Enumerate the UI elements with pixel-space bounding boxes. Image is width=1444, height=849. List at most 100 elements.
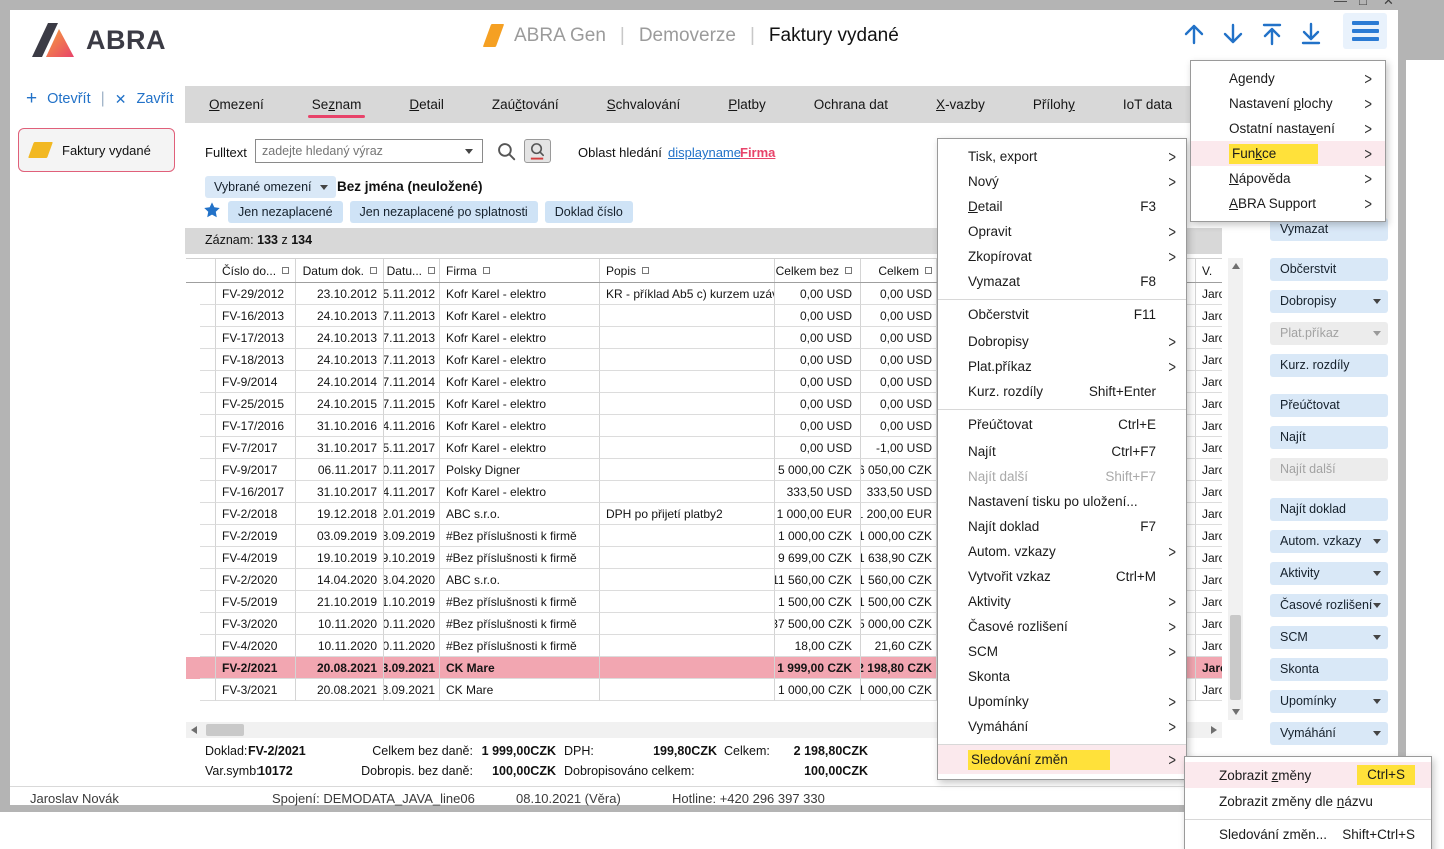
menu-item[interactable]: Zobrazit změny Ctrl+S <box>1185 762 1431 788</box>
search-icon[interactable] <box>496 141 517 162</box>
tab[interactable]: Přílohy <box>1009 86 1099 123</box>
arrow-down-icon[interactable] <box>1220 21 1246 47</box>
column-filter-icon[interactable] <box>282 267 289 274</box>
minimize-icon[interactable]: — <box>1334 0 1347 8</box>
menu-item[interactable]: Časové rozlišení > <box>938 614 1186 639</box>
column-filter-icon[interactable] <box>428 267 435 274</box>
fulltext-input[interactable] <box>255 139 483 163</box>
col-header-firma[interactable]: Firma <box>440 259 600 282</box>
combobox-caret-icon[interactable] <box>465 149 473 154</box>
vertical-scroll-thumb[interactable] <box>1230 615 1241 700</box>
function-button[interactable]: Upomínky <box>1270 690 1388 713</box>
menu-item[interactable]: Najít Ctrl+F7 <box>938 439 1186 464</box>
arrow-to-top-icon[interactable] <box>1259 21 1285 47</box>
menu-item[interactable]: Sledování změn > <box>938 744 1186 774</box>
menu-item[interactable]: Opravit > <box>938 219 1186 244</box>
menu-item[interactable]: Nastavení tisku po uložení... <box>938 489 1186 514</box>
scroll-right-icon[interactable] <box>1206 722 1222 738</box>
close-icon[interactable]: ✕ <box>1383 0 1394 9</box>
maximize-icon[interactable]: □ <box>1359 0 1367 8</box>
menu-item[interactable]: Vymáhání > <box>938 714 1186 739</box>
function-button[interactable]: Občerstvit <box>1270 258 1388 281</box>
function-button[interactable]: Aktivity <box>1270 562 1388 585</box>
function-button[interactable]: Plat.příkaz <box>1270 322 1388 345</box>
menu-item[interactable]: Nápověda > <box>1191 166 1385 191</box>
tab[interactable]: X-vazby <box>912 86 1009 123</box>
column-filter-icon[interactable] <box>370 267 377 274</box>
menu-item[interactable]: Vytvořit vzkaz Ctrl+M <box>938 564 1186 589</box>
arrow-to-bottom-icon[interactable] <box>1298 21 1324 47</box>
tab[interactable]: Omezení <box>185 86 288 123</box>
scroll-down-icon[interactable] <box>1228 704 1243 720</box>
filter-chip[interactable]: Doklad číslo <box>545 201 633 223</box>
col-header-celkem[interactable]: Celkem <box>861 259 937 282</box>
menu-item[interactable]: Nastavení plochy > <box>1191 91 1385 116</box>
filter-chip[interactable]: Jen nezaplacené <box>228 201 343 223</box>
horizontal-scroll-thumb[interactable] <box>206 724 244 736</box>
tab[interactable]: Schvalování <box>583 86 705 123</box>
menu-item[interactable]: ABRA Support > <box>1191 191 1385 216</box>
function-button[interactable]: Najít <box>1270 426 1388 449</box>
column-filter-icon[interactable] <box>483 267 490 274</box>
tab[interactable]: Detail <box>385 86 468 123</box>
vertical-scrollbar[interactable] <box>1228 258 1243 720</box>
sidebar-item-faktury-vydane[interactable]: Faktury vydané <box>18 128 175 172</box>
menu-item[interactable]: Plat.příkaz > <box>938 354 1186 379</box>
function-button[interactable]: Dobropisy <box>1270 290 1388 313</box>
col-header-datum2[interactable]: Datu... <box>384 259 440 282</box>
menu-item[interactable]: Autom. vzkazy > <box>938 539 1186 564</box>
scroll-left-icon[interactable] <box>186 722 202 738</box>
tab[interactable]: Platby <box>704 86 790 123</box>
col-header-popis[interactable]: Popis <box>600 259 775 282</box>
menu-item[interactable]: Tisk, export > <box>938 144 1186 169</box>
function-button[interactable]: Najít další <box>1270 458 1388 481</box>
scope-firma-link[interactable]: Firma <box>740 145 775 160</box>
function-button[interactable]: Vymáhání <box>1270 722 1388 745</box>
function-button[interactable]: Časové rozlišení <box>1270 594 1388 617</box>
menu-item[interactable]: Občerstvit F11 <box>938 299 1186 329</box>
col-header-datum[interactable]: Datum dok. <box>296 259 384 282</box>
menu-item[interactable]: Najít doklad F7 <box>938 514 1186 539</box>
column-filter-icon[interactable] <box>845 267 852 274</box>
tab[interactable]: Zaúčtování <box>468 86 583 123</box>
function-button[interactable]: Skonta <box>1270 658 1388 681</box>
column-filter-icon[interactable] <box>925 267 932 274</box>
menu-item[interactable]: Zobrazit změny dle názvu <box>1185 788 1431 814</box>
menu-item[interactable]: Dobropisy > <box>938 329 1186 354</box>
tab[interactable]: Seznam <box>288 86 386 123</box>
open-agenda-button[interactable]: Otevřít <box>47 91 91 107</box>
tab[interactable]: IoT data <box>1099 86 1196 123</box>
menu-item[interactable]: Najít další Shift+F7 <box>938 464 1186 489</box>
menu-item[interactable]: Funkce > <box>1191 141 1385 166</box>
menu-item[interactable]: Aktivity > <box>938 589 1186 614</box>
search-in-results-button[interactable] <box>524 139 551 163</box>
arrow-up-icon[interactable] <box>1181 21 1207 47</box>
hamburger-menu-icon[interactable] <box>1343 13 1387 49</box>
function-button[interactable]: Kurz. rozdíly <box>1270 354 1388 377</box>
menu-item[interactable]: Ostatní nastavení > <box>1191 116 1385 141</box>
menu-item[interactable]: Vymazat F8 <box>938 269 1186 294</box>
filter-chip[interactable]: Jen nezaplacené po splatnosti <box>350 201 538 223</box>
menu-item[interactable]: Přeúčtovat Ctrl+E <box>938 409 1186 439</box>
scroll-up-icon[interactable] <box>1228 258 1243 274</box>
selected-restriction-button[interactable]: Vybrané omezení <box>205 176 336 198</box>
favorite-star-icon[interactable] <box>203 201 221 219</box>
menu-item[interactable]: Nový > <box>938 169 1186 194</box>
function-button[interactable]: Najít doklad <box>1270 498 1388 521</box>
menu-item[interactable]: Kurz. rozdíly Shift+Enter <box>938 379 1186 404</box>
function-button[interactable]: Přeúčtovat <box>1270 394 1388 417</box>
tab[interactable]: Ochrana dat <box>790 86 912 123</box>
col-header-celkem-bez[interactable]: Celkem bez <box>775 259 861 282</box>
close-agenda-button[interactable]: Zavřít <box>137 91 174 107</box>
scope-displayname-link[interactable]: displayname <box>668 145 741 160</box>
menu-item[interactable]: Skonta <box>938 664 1186 689</box>
function-button[interactable]: Autom. vzkazy <box>1270 530 1388 553</box>
menu-item[interactable]: Sledování změn... Shift+Ctrl+S <box>1185 819 1431 849</box>
column-filter-icon[interactable] <box>642 267 649 274</box>
function-button[interactable]: SCM <box>1270 626 1388 649</box>
menu-item[interactable]: Zkopírovat > <box>938 244 1186 269</box>
col-header-v[interactable]: V. <box>1196 259 1222 282</box>
menu-item[interactable]: Upomínky > <box>938 689 1186 714</box>
menu-item[interactable]: SCM > <box>938 639 1186 664</box>
menu-item[interactable]: Agendy > <box>1191 66 1385 91</box>
